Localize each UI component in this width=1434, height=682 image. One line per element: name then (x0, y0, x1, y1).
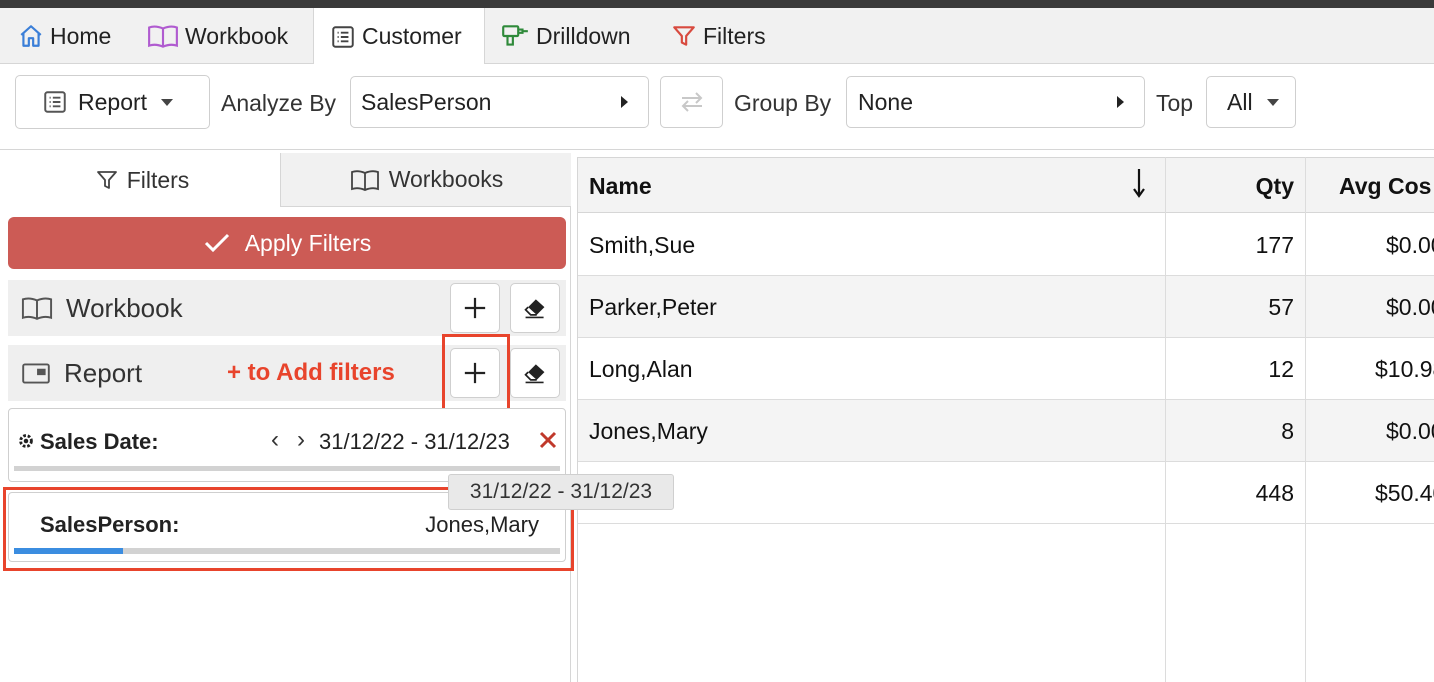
book-icon (21, 297, 53, 320)
swap-button[interactable] (660, 76, 723, 128)
book-icon (350, 169, 379, 191)
add-filters-annotation: + to Add filters (227, 359, 395, 386)
cell-avg-cost-total: $50.40 (1375, 479, 1434, 506)
analyze-by-value: SalesPerson (361, 88, 492, 115)
data-grid: Name Qty Avg Cos Smith,Sue 177 $0.00 Par… (577, 157, 1434, 682)
group-by-value: None (858, 88, 913, 115)
report-list-icon (44, 91, 66, 113)
sales-date-track (14, 466, 560, 471)
report-dropdown-button[interactable]: Report (15, 75, 210, 129)
swap-arrows-icon (681, 92, 702, 112)
sales-date-value: 31/12/22 - 31/12/23 (319, 429, 510, 454)
cell-name: Parker,Peter (589, 293, 717, 320)
book-icon (148, 25, 178, 48)
column-header-avg-cost[interactable]: Avg Cos (1339, 158, 1431, 214)
sort-down-arrow-icon[interactable] (1131, 167, 1147, 199)
clear-workbook-filters-button[interactable] (510, 283, 560, 333)
report-button-label: Report (78, 88, 148, 115)
panel-tab-workbooks[interactable]: Workbooks (281, 153, 571, 207)
gear-icon (19, 434, 33, 448)
main-tabs: Home Workbook Customer Drilldown Filters (0, 8, 1434, 65)
column-divider (1165, 157, 1166, 682)
cell-qty: 57 (1268, 293, 1294, 320)
cell-qty-total: 448 (1255, 479, 1294, 506)
tab-home-label: Home (50, 22, 112, 49)
panel-tab-filters-label: Filters (126, 166, 190, 193)
add-filter-highlight (442, 334, 510, 415)
group-by-label: Group By (734, 90, 832, 116)
filter-icon (673, 26, 695, 46)
cell-avg-cost: $0.00 (1386, 417, 1434, 444)
cell-qty: 12 (1268, 355, 1294, 382)
top-label: Top (1156, 90, 1194, 116)
cell-avg-cost: $10.98 (1375, 355, 1434, 382)
cell-qty: 8 (1281, 417, 1294, 444)
chevron-right-icon[interactable]: › (297, 426, 305, 454)
cell-avg-cost: $0.00 (1386, 293, 1434, 320)
report-section-label: Report (64, 357, 143, 388)
chevron-down-icon (161, 98, 174, 106)
eraser-icon (524, 364, 545, 384)
group-by-select[interactable]: None (846, 76, 1145, 128)
tooltip-text: 31/12/22 - 31/12/23 (469, 480, 653, 503)
filter-panel: Filters Workbooks Apply Filters Workbook… (3, 153, 574, 682)
workbook-section-label: Workbook (66, 292, 183, 323)
plus-icon (464, 297, 486, 319)
column-header-qty[interactable]: Qty (1166, 158, 1294, 214)
cell-name: Long,Alan (589, 355, 693, 382)
drill-icon (502, 25, 528, 46)
column-header-name[interactable]: Name (589, 158, 652, 214)
apply-filters-button[interactable]: Apply Filters (8, 217, 566, 269)
home-icon (20, 25, 42, 47)
panel-tab-filters[interactable]: Filters (4, 153, 281, 207)
tab-home[interactable]: Home (18, 8, 111, 64)
tab-filters-label: Filters (703, 22, 766, 49)
report-window-icon (22, 363, 50, 384)
top-value: All (1227, 88, 1253, 115)
check-icon (204, 233, 229, 253)
column-divider (1305, 157, 1306, 682)
workbook-section: Workbook (8, 280, 566, 336)
window-top-strip (0, 0, 1434, 8)
clear-report-filters-button[interactable] (510, 348, 560, 398)
analyze-by-label: Analyze By (221, 90, 337, 116)
tab-filters[interactable]: Filters (671, 8, 766, 64)
filter-icon (96, 171, 117, 189)
top-select[interactable]: All (1206, 76, 1296, 128)
sales-date-label: Sales Date: (40, 429, 159, 454)
tab-customer-label: Customer (362, 23, 462, 49)
panel-tab-workbooks-label: Workbooks (388, 166, 504, 192)
eraser-icon (524, 299, 545, 319)
chevron-down-icon (1266, 98, 1279, 106)
cell-avg-cost: $0.00 (1386, 231, 1434, 258)
cell-name: Jones,Mary (589, 417, 708, 444)
date-range-tooltip: 31/12/22 - 31/12/23 (448, 474, 674, 510)
tab-workbook[interactable]: Workbook (147, 8, 288, 64)
close-icon[interactable] (538, 430, 558, 450)
chevron-right-icon (1117, 96, 1124, 108)
tab-workbook-label: Workbook (185, 22, 289, 49)
cell-name: Smith,Sue (589, 231, 696, 258)
tab-drilldown[interactable]: Drilldown (500, 8, 631, 64)
analyze-by-select[interactable]: SalesPerson (350, 76, 649, 128)
add-workbook-filter-button[interactable] (450, 283, 500, 333)
toolbar: Report Analyze By SalesPerson Group By N… (0, 64, 1434, 150)
apply-filters-label: Apply Filters (244, 229, 372, 256)
tab-drilldown-label: Drilldown (536, 22, 631, 49)
cell-qty: 177 (1255, 231, 1294, 258)
list-icon (332, 25, 354, 48)
chevron-right-icon (621, 96, 628, 108)
sales-date-filter[interactable]: Sales Date: ‹ › 31/12/22 - 31/12/23 (8, 408, 566, 482)
tab-customer[interactable]: Customer (313, 8, 485, 65)
chevron-left-icon[interactable]: ‹ (271, 426, 279, 454)
